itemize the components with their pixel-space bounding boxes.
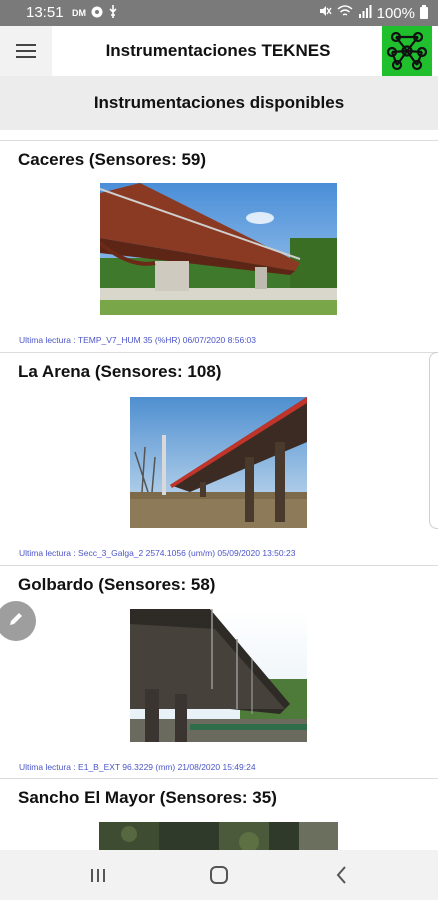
recents-icon: [83, 869, 113, 892]
home-icon: [204, 866, 234, 892]
instrumentation-title: Caceres (Sensores: 59): [18, 150, 207, 169]
instrumentation-title: Golbardo (Sensores: 58): [18, 575, 216, 594]
last-reading: Ultima lectura : TEMP_V7_HUM 35 (%HR) 06…: [19, 335, 257, 345]
bridge-photo-la-arena: [130, 397, 307, 528]
system-nav-bar: [0, 850, 438, 900]
instrumentation-title: La Arena (Sensores: 108): [18, 362, 222, 381]
instrumentation-card-caceres[interactable]: Caceres (Sensores: 59) Ultima lectura: …: [0, 140, 438, 353]
last-reading: Ultima lectura : E1_B_EXT 96.3229 (mm) 2…: [19, 762, 256, 772]
battery-percent: 100%: [376, 4, 415, 22]
chat-icon: [91, 6, 103, 21]
bridge-photo-sancho-el-mayor: [99, 822, 338, 850]
wifi-icon: [337, 4, 353, 22]
recents-button[interactable]: [83, 862, 113, 888]
instrumentation-list[interactable]: Caceres (Sensores: 59) Ultima lectura: …: [0, 130, 438, 850]
app-title: Instrumentaciones TEKNES: [105, 41, 331, 60]
usb-icon: [108, 5, 118, 21]
battery-icon: [420, 5, 428, 19]
last-reading: Ultima lectura : Secc_3_Galga_2 2574.105…: [19, 548, 296, 558]
home-button[interactable]: [204, 862, 234, 888]
bridge-photo-golbardo: [130, 609, 307, 742]
status-time: 13:51: [26, 4, 64, 21]
instrumentation-card-golbardo[interactable]: Golbardo (Sensores: 58) Ultima lectura :…: [0, 565, 438, 779]
network-logo-icon[interactable]: [382, 26, 432, 76]
menu-button[interactable]: [0, 26, 52, 76]
signal-icon: [358, 4, 372, 22]
edit-pencil-icon: [7, 610, 25, 633]
back-icon: [327, 866, 357, 892]
bridge-photo-caceres: [100, 183, 337, 315]
app-bar: Instrumentaciones TEKNES: [0, 26, 438, 76]
back-button[interactable]: [327, 862, 357, 888]
section-title: Instrumentaciones disponibles: [0, 76, 438, 130]
scroll-indicator[interactable]: [429, 352, 438, 529]
hamburger-menu-icon: [16, 40, 36, 62]
mute-icon: [318, 4, 332, 22]
status-bar: 13:51 DM 100%: [0, 0, 438, 26]
instrumentation-card-sancho-el-mayor[interactable]: Sancho El Mayor (Sensores: 35): [0, 778, 438, 850]
instrumentation-title: Sancho El Mayor (Sensores: 35): [18, 788, 277, 807]
instrumentation-card-la-arena[interactable]: La Arena (Sensores: 108) Ultima lectura …: [0, 352, 438, 566]
data-saver-icon: DM: [72, 8, 86, 18]
